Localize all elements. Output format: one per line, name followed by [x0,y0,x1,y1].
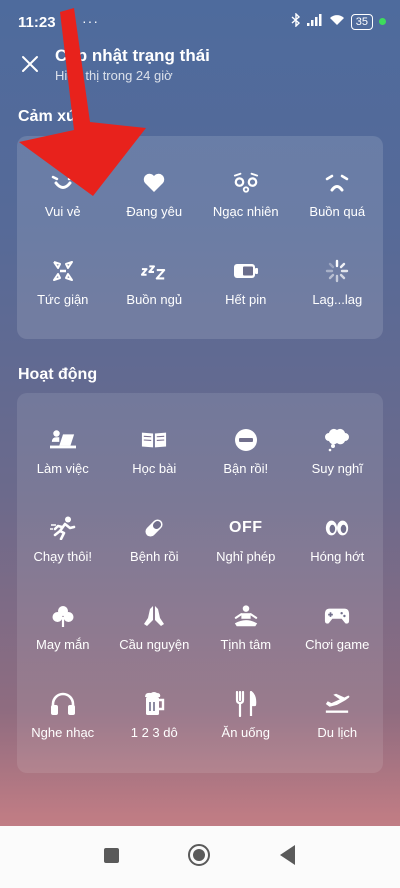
pill-icon [141,515,167,541]
page-title: Cập nhật trạng thái [55,46,210,65]
header: Cập nhật trạng thái Hiển thị trong 24 gi… [0,40,400,90]
status-option-sick[interactable]: Bệnh rồi [109,515,201,603]
home-icon [193,849,205,861]
laptop-work-icon [49,427,76,453]
status-option-happy[interactable]: Vui vẻ [17,170,109,258]
beer-icon [141,691,167,717]
status-option-in-love[interactable]: Đang yêu [109,170,201,258]
heart-icon [141,170,167,196]
thought-bubble-icon [324,427,350,453]
status-option-curious[interactable]: Hóng hớt [292,515,384,603]
status-time: 11:23 [18,14,56,31]
activities-panel: Làm việc Học bài Bận rồi! Suy nghĩ Chạy … [17,393,383,773]
emotions-panel: Vui vẻ Đang yêu Ngạc nhiên Buồn quá Tức … [17,136,383,339]
angry-icon [50,258,76,284]
status-option-busy[interactable]: Bận rồi! [200,427,292,515]
book-icon [141,427,167,453]
status-icons: 35 [291,12,386,30]
bluetooth-icon [291,12,301,30]
status-option-cheers[interactable]: 1 2 3 dô [109,691,201,779]
status-option-sleepy[interactable]: Buồn ngủ [109,258,201,346]
status-option-label: Làm việc [36,461,89,476]
status-option-studying[interactable]: Học bài [109,427,201,515]
status-option-label: Hết pin [225,292,267,307]
status-option-music[interactable]: Nghe nhạc [17,691,109,779]
headphones-icon [50,691,76,717]
loading-icon [324,258,350,284]
status-option-eating[interactable]: Ăn uống [200,691,292,779]
status-option-label: Ngạc nhiên [212,204,279,219]
clover-icon [50,603,76,629]
section-title-activities: Hoạt động [18,366,98,383]
off-icon: OFF [229,519,263,536]
busy-icon [233,427,259,453]
home-button[interactable] [188,844,210,866]
sad-icon [324,170,350,196]
status-option-label: May mắn [36,637,90,652]
sleepy-icon [141,258,167,284]
status-option-label: Du lịch [317,725,358,740]
status-option-label: Buồn quá [309,204,366,219]
battery-indicator: 35 [350,13,373,30]
status-option-lagging[interactable]: Lag...lag [292,258,384,346]
gamepad-icon [324,603,350,629]
status-option-travel[interactable]: Du lịch [292,691,384,779]
status-option-label: Tịnh tâm [220,637,272,652]
status-option-label: Tức giận [37,292,89,307]
status-option-label: Học bài [132,461,177,476]
status-option-label: 1 2 3 dô [130,725,178,740]
status-option-label: Bệnh rồi [130,549,179,564]
status-option-surprised[interactable]: Ngạc nhiên [200,170,292,258]
fork-knife-icon [233,691,259,717]
meditation-icon [233,603,259,629]
status-option-praying[interactable]: Cầu nguyện [109,603,201,691]
signal-icon [306,14,323,29]
smile-icon [50,170,76,196]
section-title-emotions: Cảm xúc [18,108,85,125]
status-option-label: Ăn uống [221,725,270,740]
status-option-label: Hóng hớt [310,549,365,564]
status-option-lucky[interactable]: May mắn [17,603,109,691]
status-more-indicator: ··· [82,13,99,29]
back-button[interactable] [280,845,295,865]
status-option-battery-empty[interactable]: Hết pin [200,258,292,346]
status-option-label: Chơi game [305,637,370,652]
status-option-day-off[interactable]: OFF Nghỉ phép [200,515,292,603]
close-button[interactable] [16,50,44,78]
page-subtitle: Hiển thị trong 24 giờ [55,68,173,83]
status-option-meditating[interactable]: Tịnh tâm [200,603,292,691]
status-option-label: Đang yêu [126,204,183,219]
status-option-label: Chạy thôi! [33,549,93,564]
status-bar: 11:23 ··· 35 [0,0,400,40]
status-option-label: Cầu nguyện [119,637,190,652]
status-option-angry[interactable]: Tức giận [17,258,109,346]
status-option-running[interactable]: Chạy thôi! [17,515,109,603]
battery-low-icon [233,258,259,284]
wifi-icon [329,14,345,29]
status-option-label: Suy nghĩ [311,461,363,476]
status-option-label: Nghe nhạc [31,725,95,740]
airplane-icon [324,691,350,717]
status-option-label: Nghỉ phép [216,549,276,564]
running-icon [49,515,76,541]
status-option-gaming[interactable]: Chơi game [292,603,384,691]
status-option-label: Bận rồi! [223,461,269,476]
status-option-thinking[interactable]: Suy nghĩ [292,427,384,515]
status-option-working[interactable]: Làm việc [17,427,109,515]
surprised-icon [233,170,259,196]
recent-apps-button[interactable] [104,848,119,863]
privacy-dot-icon [379,18,386,25]
navigation-bar [0,826,400,888]
status-option-label: Vui vẻ [44,204,81,219]
close-icon [22,56,38,72]
status-option-label: Lag...lag [312,292,363,307]
eyes-icon [324,515,350,541]
status-option-sad[interactable]: Buồn quá [292,170,384,258]
status-option-label: Buồn ngủ [126,292,183,307]
praying-hands-icon [141,603,167,629]
